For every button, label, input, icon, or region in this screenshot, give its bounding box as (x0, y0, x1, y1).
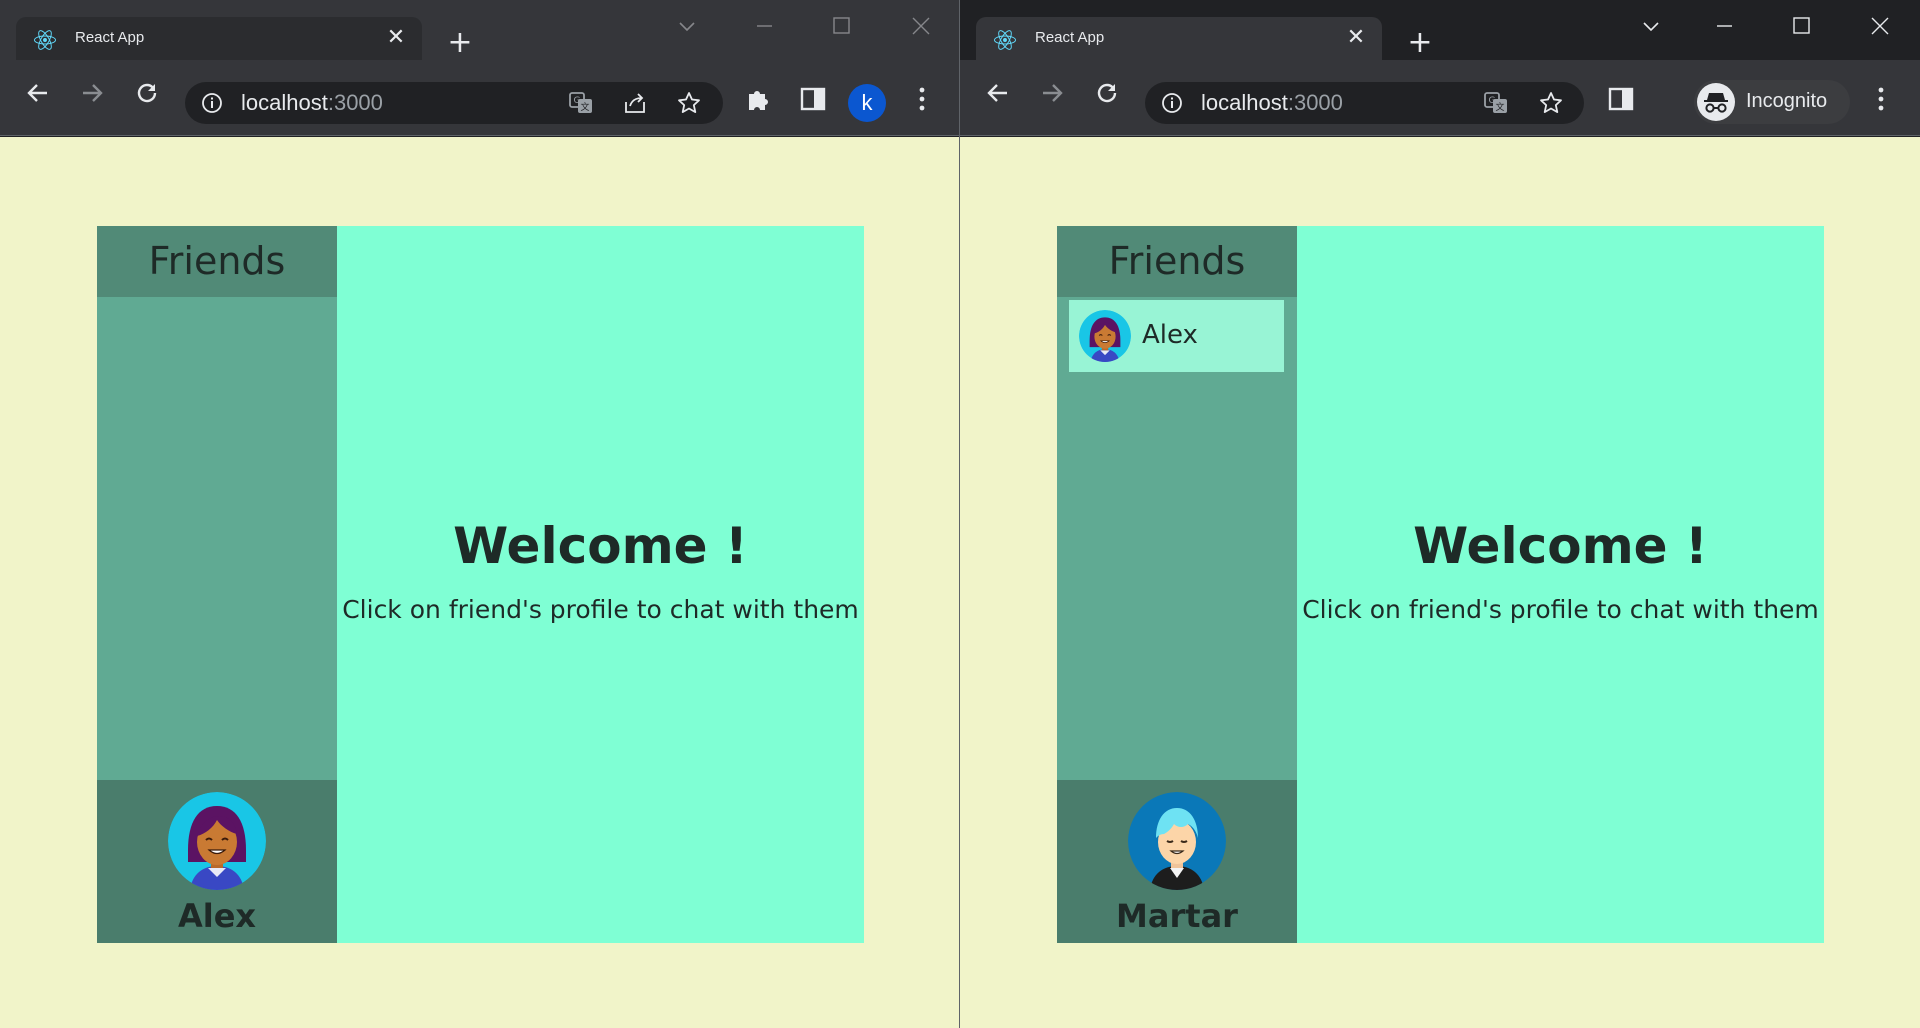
new-tab-button[interactable]: + (444, 27, 476, 59)
friends-header: Friends (97, 226, 337, 297)
minimize-button[interactable] (741, 8, 787, 44)
browser-tab[interactable]: React App ✕ (16, 17, 422, 60)
incognito-badge[interactable]: Incognito (1694, 80, 1850, 124)
forward-arrow-icon[interactable] (74, 75, 110, 111)
back-arrow-icon[interactable] (980, 75, 1016, 111)
side-panel-icon[interactable] (1606, 84, 1636, 114)
avatar (168, 792, 266, 890)
url-port: :3000 (1287, 90, 1343, 115)
translate-icon[interactable]: 文G (1483, 90, 1509, 116)
reload-icon[interactable] (1089, 75, 1125, 111)
svg-text:文: 文 (1495, 101, 1504, 113)
tab-close-icon[interactable]: ✕ (384, 26, 408, 50)
incognito-label: Incognito (1746, 90, 1828, 112)
browser-window-normal: React App ✕ + localhost:3000 文G k Friend… (0, 0, 959, 1028)
new-tab-button[interactable]: + (1404, 27, 1436, 59)
friends-header: Friends (1057, 226, 1297, 297)
browser-toolbar: localhost:3000 文G Incognito (960, 60, 1920, 136)
url-text: localhost:3000 (241, 90, 383, 116)
tab-title: React App (1035, 29, 1105, 46)
reload-icon[interactable] (129, 75, 165, 111)
chat-app: Friends (1057, 226, 1824, 943)
desktop: React App ✕ + localhost:3000 文G k Friend… (0, 0, 1920, 1028)
browser-window-incognito: React App ✕ + localhost:3000 文G Incognit… (960, 0, 1920, 1028)
share-icon[interactable] (622, 90, 648, 116)
chat-area: Welcome ! Click on friend's profile to c… (337, 226, 864, 943)
svg-text:G: G (1489, 96, 1496, 106)
address-bar[interactable]: localhost:3000 文G (1145, 82, 1584, 124)
welcome-hint: Click on friend's profile to chat with t… (342, 595, 859, 624)
url-host: localhost (241, 90, 328, 115)
friends-sidebar: Friends (1057, 226, 1297, 943)
boy-avatar-icon (1128, 792, 1226, 890)
current-user-name: Martar (1116, 897, 1238, 935)
maximize-button[interactable] (818, 8, 864, 44)
welcome-title: Welcome ! (453, 517, 748, 575)
tab-strip: React App ✕ + (0, 0, 959, 60)
chat-area: Welcome ! Click on friend's profile to c… (1297, 226, 1824, 943)
site-info-icon[interactable] (201, 92, 223, 114)
tab-strip: React App ✕ + (960, 0, 1920, 60)
friend-list-item[interactable]: Alex (1069, 300, 1284, 372)
translate-icon[interactable]: 文G (568, 90, 594, 116)
incognito-icon (1697, 83, 1735, 121)
friends-sidebar: Friends (97, 226, 337, 943)
browser-toolbar: localhost:3000 文G k (0, 60, 959, 136)
page-viewport: Friends (960, 137, 1920, 1028)
bookmark-star-icon[interactable] (1538, 90, 1564, 116)
url-port: :3000 (327, 90, 383, 115)
tab-title: React App (75, 29, 145, 46)
svg-text:G: G (574, 96, 581, 106)
girl-avatar-icon (168, 792, 266, 890)
bookmark-star-icon[interactable] (676, 90, 702, 116)
back-arrow-icon[interactable] (20, 75, 56, 111)
current-user-name: Alex (177, 897, 257, 935)
close-window-button[interactable] (898, 8, 944, 44)
avatar (1128, 792, 1226, 890)
extensions-puzzle-icon[interactable] (744, 84, 774, 114)
url-text: localhost:3000 (1201, 90, 1343, 116)
friend-name: Alex (1142, 320, 1198, 350)
url-host: localhost (1201, 90, 1288, 115)
friends-title: Friends (148, 239, 286, 283)
side-panel-icon[interactable] (798, 84, 828, 114)
address-bar[interactable]: localhost:3000 文G (185, 82, 723, 124)
tab-close-icon[interactable]: ✕ (1344, 26, 1368, 50)
tab-search-chevron-icon[interactable] (1639, 14, 1663, 38)
current-user-panel: Martar (1057, 780, 1297, 943)
site-info-icon[interactable] (1161, 92, 1183, 114)
forward-arrow-icon[interactable] (1034, 75, 1070, 111)
page-viewport: Friends (0, 137, 959, 1028)
svg-text:文: 文 (580, 101, 589, 113)
friends-title: Friends (1108, 239, 1246, 283)
minimize-button[interactable] (1701, 8, 1747, 44)
avatar (1079, 310, 1131, 362)
welcome-title: Welcome ! (1413, 517, 1708, 575)
more-menu-icon[interactable] (1866, 84, 1896, 114)
girl-avatar-icon (1079, 310, 1131, 362)
welcome-hint: Click on friend's profile to chat with t… (1302, 595, 1819, 624)
close-window-button[interactable] (1857, 8, 1903, 44)
browser-tab[interactable]: React App ✕ (976, 17, 1382, 60)
more-menu-icon[interactable] (907, 84, 937, 114)
profile-avatar[interactable]: k (848, 84, 886, 122)
current-user-panel: Alex (97, 780, 337, 943)
tab-search-chevron-icon[interactable] (675, 14, 699, 38)
react-logo-icon (994, 30, 1016, 50)
react-logo-icon (34, 30, 56, 50)
chat-app: Friends (97, 226, 864, 943)
maximize-button[interactable] (1778, 8, 1824, 44)
